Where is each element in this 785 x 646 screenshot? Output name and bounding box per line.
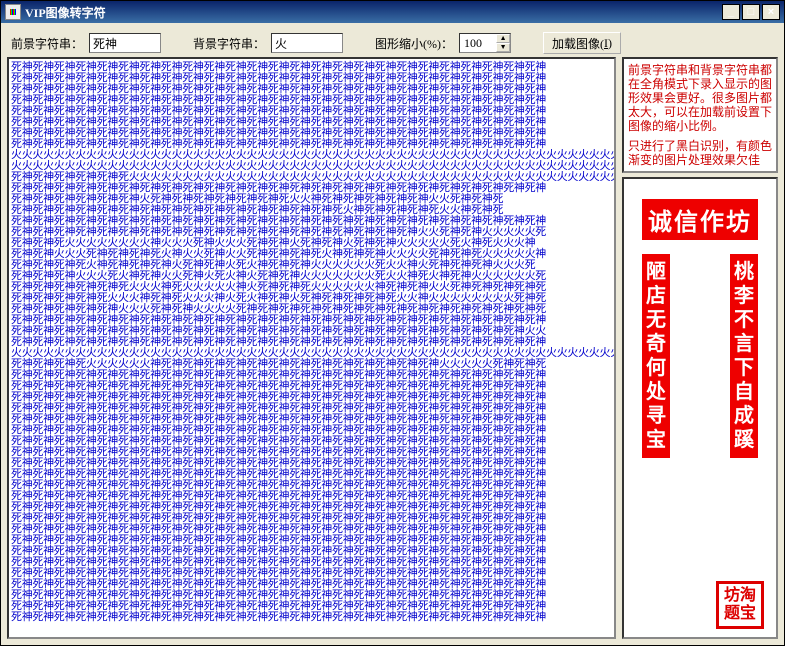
load-image-button[interactable]: 加载图像(I): [543, 32, 621, 54]
banner-right: 桃 李 不 言 下 自 成 蹊: [730, 254, 758, 458]
titlebar: VIP图像转字符 _ □ ×: [1, 1, 784, 23]
scale-input[interactable]: [460, 34, 496, 52]
ascii-art-text: 死神死神死神死神死神死神死神死神死神死神死神死神死神死神死神死神死神死神死神死神…: [11, 61, 612, 622]
banner-horizontal: 诚信作坊: [642, 199, 758, 240]
banner-box: 诚信作坊 陋 店 无 奇 何 处 寻 宝 桃 李 不 言 下 自 成 蹊 坊淘题…: [622, 177, 778, 639]
tip-p1: 前景字符串和背景字符串都在全角模式下录入显示的图形效果会更好。很多图片都太大，可…: [628, 63, 772, 133]
bg-label: 背景字符串：: [193, 35, 265, 52]
app-icon: [5, 4, 21, 20]
scale-spinner[interactable]: ▲ ▼: [459, 33, 511, 53]
minimize-button[interactable]: _: [722, 4, 740, 20]
ascii-output[interactable]: 死神死神死神死神死神死神死神死神死神死神死神死神死神死神死神死神死神死神死神死神…: [7, 57, 616, 639]
close-button[interactable]: ×: [762, 4, 780, 20]
scale-up-icon[interactable]: ▲: [496, 34, 510, 43]
fg-input[interactable]: [89, 33, 161, 53]
banner-left: 陋 店 无 奇 何 处 寻 宝: [642, 254, 670, 458]
maximize-button[interactable]: □: [742, 4, 760, 20]
tip-box: 前景字符串和背景字符串都在全角模式下录入显示的图形效果会更好。很多图片都太大，可…: [622, 57, 778, 173]
tip-p2: 只进行了黑白识别，有颜色渐变的图片处理效果欠佳: [628, 139, 772, 167]
window-title: VIP图像转字符: [25, 4, 722, 21]
fg-label: 前景字符串：: [11, 35, 83, 52]
bg-input[interactable]: [271, 33, 343, 53]
scale-down-icon[interactable]: ▼: [496, 43, 510, 52]
scale-label: 图形缩小(%)：: [375, 35, 453, 52]
toolbar: 前景字符串： 背景字符串： 图形缩小(%)： ▲ ▼ 加载图像(I): [7, 29, 778, 57]
seal-stamp: 坊淘题宝: [716, 581, 764, 629]
load-label-1: 加载图像(: [552, 35, 604, 52]
load-label-2: ): [608, 36, 612, 51]
